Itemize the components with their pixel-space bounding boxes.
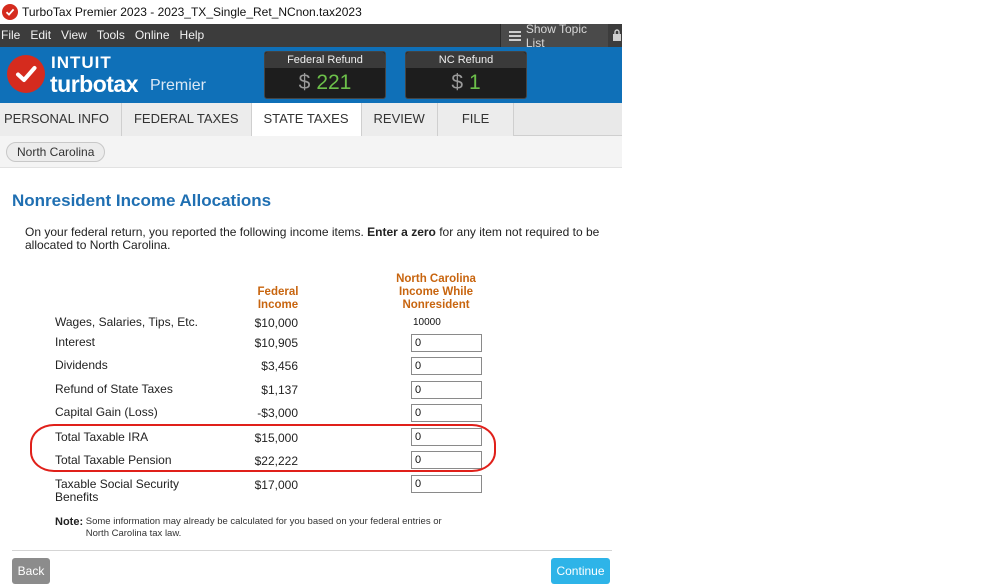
row-federal-refund-state-taxes: $1,137	[261, 383, 298, 397]
nc-taxable-pension-input[interactable]	[411, 451, 482, 469]
federal-refund-label: Federal Refund	[265, 52, 385, 68]
row-federal-dividends: $3,456	[261, 359, 298, 373]
app-header: INTUIT turbotax Premier Federal Refund $…	[0, 47, 622, 103]
column-header-federal-income: Federal Income	[257, 286, 299, 311]
nc-refund-label: NC Refund	[406, 52, 526, 68]
menu-edit[interactable]: Edit	[25, 24, 56, 47]
row-federal-taxable-ira: $15,000	[254, 431, 298, 445]
state-subnav: North Carolina	[0, 136, 622, 168]
row-label-capital-gain: Capital Gain (Loss)	[55, 405, 158, 419]
tab-state-taxes[interactable]: STATE TAXES	[251, 103, 362, 136]
row-label-wages: Wages, Salaries, Tips, Etc.	[55, 315, 198, 329]
intro-text: On your federal return, you reported the…	[25, 225, 600, 252]
nc-capital-gain-input[interactable]	[411, 404, 482, 422]
row-federal-capital-gain: -$3,000	[257, 406, 298, 420]
nc-social-security-input[interactable]	[411, 475, 482, 493]
note-text: Some information may already be calculat…	[85, 516, 442, 539]
back-button[interactable]: Back	[12, 558, 50, 584]
federal-refund-value: 221	[316, 71, 352, 94]
turbotax-window: TurboTax Premier 2023 - 2023_TX_Single_R…	[0, 0, 622, 585]
row-federal-interest: $10,905	[254, 336, 298, 350]
tab-review[interactable]: REVIEW	[361, 103, 438, 136]
menu-file[interactable]: File	[0, 24, 25, 47]
nc-taxable-ira-input[interactable]	[411, 428, 482, 446]
footer-divider	[12, 550, 612, 551]
tab-file[interactable]: FILE	[437, 103, 515, 136]
row-federal-social-security: $17,000	[254, 478, 298, 492]
federal-refund-currency: $	[298, 71, 311, 94]
nc-refund-state-taxes-input[interactable]	[411, 381, 482, 399]
menu-bar: File Edit View Tools Online Help Show To…	[0, 21, 622, 50]
tab-personal-info[interactable]: PERSONAL INFO	[0, 103, 122, 136]
lock-icon[interactable]	[612, 29, 622, 42]
brand-turbotax: turbotax	[50, 71, 139, 97]
row-label-social-security: Taxable Social Security Benefits	[55, 477, 180, 504]
menu-online[interactable]: Online	[130, 24, 175, 47]
title-bar: TurboTax Premier 2023 - 2023_TX_Single_R…	[0, 0, 622, 24]
nc-interest-input[interactable]	[411, 334, 482, 352]
row-federal-wages: $10,000	[254, 316, 298, 330]
turbotax-logo-icon	[7, 55, 45, 93]
menu-view[interactable]: View	[56, 24, 92, 47]
column-header-nc-income: North Carolina Income While Nonresident	[396, 273, 476, 311]
nc-refund-value: 1	[469, 71, 481, 94]
row-federal-taxable-pension: $22,222	[254, 454, 298, 468]
note-block: Note: Some information may already be ca…	[55, 516, 485, 540]
window-title: TurboTax Premier 2023 - 2023_TX_Single_R…	[22, 5, 362, 19]
brand-intuit: INTUIT	[51, 53, 112, 72]
note-label: Note:	[55, 516, 84, 528]
state-chip-north-carolina[interactable]: North Carolina	[6, 142, 106, 162]
federal-refund-meter[interactable]: Federal Refund $221	[264, 51, 386, 99]
row-label-interest: Interest	[55, 335, 96, 349]
row-label-dividends: Dividends	[55, 358, 108, 372]
brand-edition: Premier	[150, 77, 207, 94]
turbotax-check-icon	[2, 4, 18, 20]
main-nav-tabs: PERSONAL INFO FEDERAL TAXES STATE TAXES …	[0, 103, 622, 136]
menu-tools[interactable]: Tools	[92, 24, 130, 47]
row-label-refund-state-taxes: Refund of State Taxes	[55, 382, 173, 396]
continue-button[interactable]: Continue	[551, 558, 610, 584]
list-icon	[509, 30, 521, 41]
nc-refund-currency: $	[451, 71, 463, 94]
page-title: Nonresident Income Allocations	[12, 191, 272, 210]
show-topic-list-button[interactable]: Show Topic List	[500, 21, 608, 50]
row-nc-wages: 10000	[413, 317, 441, 328]
menu-help[interactable]: Help	[175, 24, 210, 47]
row-label-taxable-pension: Total Taxable Pension	[55, 453, 172, 467]
row-label-taxable-ira: Total Taxable IRA	[55, 430, 149, 444]
nc-dividends-input[interactable]	[411, 357, 482, 375]
show-topic-list-label: Show Topic List	[525, 21, 588, 50]
tab-federal-taxes[interactable]: FEDERAL TAXES	[121, 103, 252, 136]
nc-refund-meter[interactable]: NC Refund $1	[405, 51, 527, 99]
